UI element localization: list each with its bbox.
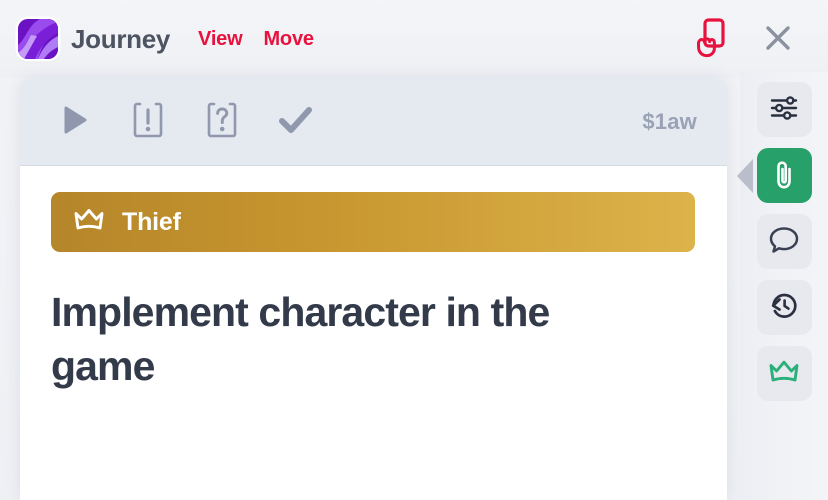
card-toolbar: $1aw — [20, 78, 727, 166]
sliders-icon — [769, 93, 799, 126]
done-button[interactable] — [276, 99, 316, 145]
card-body: Thief Implement character in the game — [20, 166, 727, 393]
rail-item-comments[interactable] — [756, 214, 812, 269]
rail-item-crown[interactable] — [756, 346, 812, 401]
grab-card-button[interactable] — [690, 17, 730, 61]
brand-title: Journey — [71, 23, 171, 54]
card-code: $1aw — [642, 108, 697, 134]
card-type-banner[interactable]: Thief — [51, 192, 695, 252]
crown-icon — [73, 207, 105, 238]
close-icon — [763, 23, 793, 56]
menu-bar: View Move — [198, 28, 314, 51]
history-rewind-icon — [768, 290, 800, 325]
journey-logo-icon — [18, 19, 58, 59]
card-type-label: Thief — [122, 207, 181, 236]
close-button[interactable] — [758, 17, 798, 61]
grab-card-icon — [693, 17, 727, 62]
play-button[interactable] — [54, 99, 94, 145]
question-button[interactable] — [202, 99, 242, 145]
active-rail-pointer — [736, 158, 753, 193]
blocker-icon — [133, 101, 163, 142]
menu-item-view[interactable]: View — [198, 28, 243, 51]
task-card-panel: $1aw Thief Implement character in the ga… — [20, 78, 727, 500]
play-icon — [57, 103, 91, 140]
rail-item-history[interactable] — [756, 280, 812, 335]
crown-icon — [768, 358, 800, 389]
brand: Journey — [18, 19, 170, 59]
blocker-button[interactable] — [128, 99, 168, 145]
right-rail — [736, 72, 828, 500]
card-title: Implement character in the game — [51, 289, 550, 390]
card-tool-group — [54, 99, 316, 145]
rail-item-settings[interactable] — [756, 82, 812, 137]
paperclip-icon — [769, 158, 799, 193]
checkmark-icon — [278, 104, 314, 139]
top-actions — [690, 17, 810, 61]
top-bar: Journey View Move — [0, 0, 828, 78]
question-icon — [207, 101, 237, 142]
menu-item-move[interactable]: Move — [263, 28, 314, 51]
app-root: Journey View Move $1aw Thief Implement c… — [0, 0, 828, 500]
speech-bubble-icon — [768, 225, 800, 258]
rail-item-attachments[interactable] — [736, 148, 812, 203]
